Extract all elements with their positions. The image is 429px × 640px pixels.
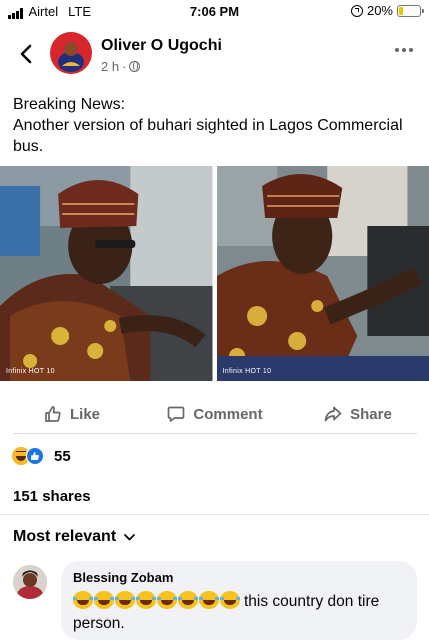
post-text-line-2: Another version of buhari sighted in Lag… xyxy=(13,117,407,155)
globe-icon xyxy=(129,61,141,72)
like-reaction-icon xyxy=(26,447,44,465)
battery-icon xyxy=(397,4,424,17)
like-label: Like xyxy=(69,405,100,423)
rotation-lock-icon xyxy=(350,4,363,17)
comment-bubble: Blessing Zobam this country don tire per… xyxy=(61,561,417,640)
post-meta: 2 h · xyxy=(101,59,141,74)
laughing-tears-emoji-icon xyxy=(73,591,93,609)
like-button[interactable]: Like xyxy=(0,396,143,432)
photo-watermark: Infinix HOT 10 xyxy=(6,368,55,375)
actions-divider xyxy=(13,433,417,434)
laughing-tears-emoji-icon xyxy=(178,591,198,609)
back-button[interactable] xyxy=(14,38,38,70)
comment-text-body: this country don tire person. xyxy=(73,591,405,635)
post-text: Breaking News: Another version of buhari… xyxy=(13,94,417,157)
thumbs-up-icon xyxy=(45,406,61,422)
post-photo-1[interactable]: Infinix HOT 10 xyxy=(0,166,213,381)
chevron-down-icon xyxy=(124,533,136,540)
comment-icon xyxy=(168,406,185,422)
laughing-emoji-row xyxy=(73,591,240,609)
status-right: 20% xyxy=(350,3,424,18)
post-time[interactable]: 2 h xyxy=(101,59,119,74)
sort-label: Most relevant xyxy=(13,528,117,545)
laughing-tears-emoji-icon xyxy=(94,591,114,609)
reactions-summary[interactable]: 55 xyxy=(12,446,71,466)
more-options-button[interactable] xyxy=(395,48,413,52)
laughing-tears-emoji-icon xyxy=(220,591,240,609)
laughing-tears-emoji-icon xyxy=(115,591,135,609)
reaction-icons xyxy=(12,446,48,466)
commenter-avatar[interactable] xyxy=(13,565,47,599)
post-text-line-1: Breaking News: xyxy=(13,96,126,113)
commenter-name[interactable]: Blessing Zobam xyxy=(73,570,405,585)
meta-separator: · xyxy=(122,59,127,74)
post-header: Oliver O Ugochi 2 h · xyxy=(0,28,429,84)
author-avatar[interactable] xyxy=(50,32,92,74)
chevron-left-icon xyxy=(20,44,32,64)
status-bar: Airtel LTE 7:06 PM 20% xyxy=(0,0,429,22)
comment-sort-dropdown[interactable]: Most relevant xyxy=(13,528,136,546)
shares-count[interactable]: 151 shares xyxy=(13,488,91,505)
share-icon xyxy=(324,406,342,422)
battery-percent: 20% xyxy=(366,3,393,18)
laughing-tears-emoji-icon xyxy=(199,591,219,609)
post-photos: Infinix HOT 10 Infinix HOT 10 xyxy=(0,166,429,381)
laughing-tears-emoji-icon xyxy=(136,591,156,609)
comment-button[interactable]: Comment xyxy=(143,396,286,432)
shares-divider xyxy=(0,514,429,515)
reactions-count: 55 xyxy=(54,447,71,465)
author-name[interactable]: Oliver O Ugochi xyxy=(101,37,222,55)
photo-watermark: Infinix HOT 10 xyxy=(222,368,272,375)
comment-label: Comment xyxy=(193,405,263,423)
share-button[interactable]: Share xyxy=(286,396,429,432)
share-label: Share xyxy=(350,405,392,423)
post-actions: Like Comment Share xyxy=(0,396,429,432)
laughing-tears-emoji-icon xyxy=(157,591,177,609)
post-photo-2[interactable]: Infinix HOT 10 xyxy=(216,166,429,381)
